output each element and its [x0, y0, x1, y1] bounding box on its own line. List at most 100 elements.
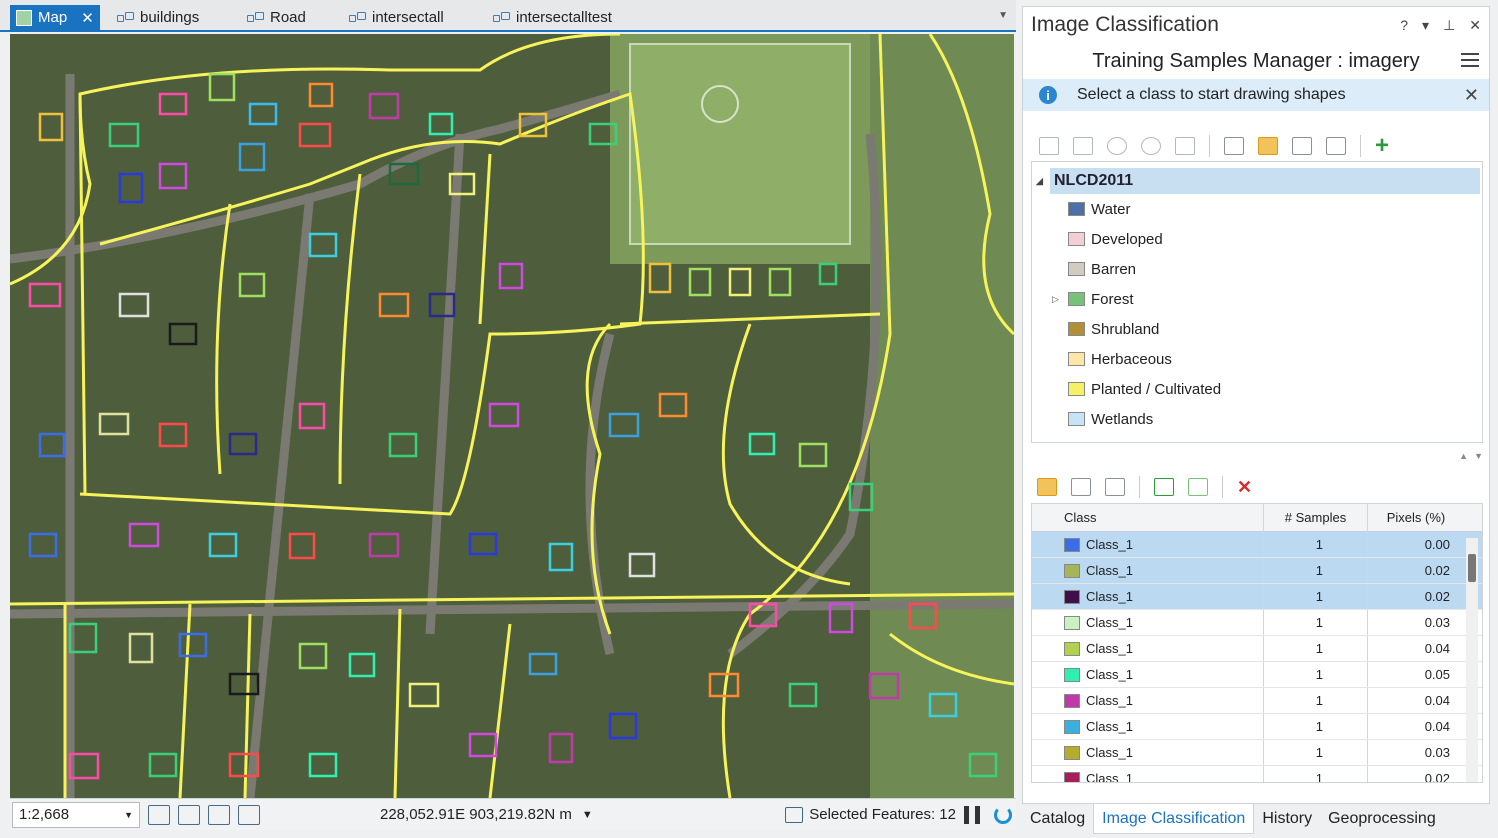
class-color-swatch[interactable] [1064, 745, 1080, 760]
map-view[interactable] [10, 34, 1014, 798]
selected-features[interactable]: Selected Features: 12 [785, 806, 956, 823]
table-row[interactable]: Class_1 1 0.04 [1032, 714, 1482, 740]
pixels-percent: 0.04 [1424, 693, 1450, 708]
freehand-tool-icon[interactable] [1141, 137, 1161, 155]
scrollbar-thumb[interactable] [1468, 554, 1476, 582]
table-row[interactable]: Class_1 1 0.02 [1032, 584, 1482, 610]
samples-count: 1 [1264, 584, 1368, 609]
coordinate-readout: 228,052.91E 903,219.82N m [380, 806, 572, 823]
table-row[interactable]: Class_1 1 0.04 [1032, 636, 1482, 662]
bottom-pane-tabs: Catalog Image Classification History Geo… [1022, 804, 1490, 834]
class-color-swatch[interactable] [1064, 537, 1080, 552]
class-item-barren[interactable]: Barren [1032, 254, 1482, 284]
split-samples-icon[interactable] [1188, 478, 1208, 496]
tab-map[interactable]: Map ✕ [10, 5, 100, 30]
new-schema-icon[interactable] [1224, 137, 1244, 155]
options-icon[interactable]: ▾ [1422, 17, 1429, 34]
samples-count: 1 [1264, 558, 1368, 583]
class-swatch [1068, 232, 1085, 246]
class-item-water[interactable]: Water [1032, 194, 1482, 224]
class-item-forest[interactable]: ▷ Forest [1032, 284, 1482, 314]
tab-road[interactable]: Road [240, 5, 312, 30]
class-item-planted-cultivated[interactable]: Planted / Cultivated [1032, 374, 1482, 404]
class-color-swatch[interactable] [1064, 693, 1080, 708]
column-header-class[interactable]: Class [1060, 504, 1264, 531]
table-row[interactable]: Class_1 1 0.04 [1032, 688, 1482, 714]
pane-splitter[interactable]: ▲ ▼ [1031, 451, 1483, 465]
delete-icon[interactable]: ✕ [1237, 477, 1252, 498]
class-color-swatch[interactable] [1064, 615, 1080, 630]
class-color-swatch[interactable] [1064, 667, 1080, 682]
table-row[interactable]: Class_1 1 0.03 [1032, 740, 1482, 766]
class-color-swatch[interactable] [1064, 771, 1080, 782]
rectangle-tool-icon[interactable] [1039, 137, 1059, 155]
class-item-developed[interactable]: Developed [1032, 224, 1482, 254]
save-icon[interactable] [1292, 137, 1312, 155]
column-header-pixels[interactable]: Pixels (%) [1368, 504, 1464, 531]
tab-geoprocessing[interactable]: Geoprocessing [1320, 804, 1444, 834]
toolbar-separator [1209, 135, 1210, 157]
info-icon: i [1039, 86, 1057, 104]
class-item-herbaceous[interactable]: Herbaceous [1032, 344, 1482, 374]
expand-icon[interactable]: ▷ [1052, 294, 1059, 305]
close-banner-icon[interactable]: ✕ [1464, 85, 1479, 106]
class-color-swatch[interactable] [1064, 563, 1080, 578]
refresh-icon[interactable] [994, 805, 1012, 824]
save-as-icon[interactable] [1326, 137, 1346, 155]
class-swatch [1068, 322, 1085, 336]
close-tab-icon[interactable]: ✕ [81, 9, 94, 27]
image-classification-pane: Image Classification ? ▾ ⊥ ✕ Training Sa… [1022, 6, 1490, 804]
snapping-icon[interactable] [178, 804, 200, 825]
close-pane-icon[interactable]: ✕ [1469, 17, 1481, 34]
tab-catalog[interactable]: Catalog [1022, 804, 1093, 834]
layer-icon [246, 11, 264, 25]
menu-icon[interactable] [1461, 53, 1479, 67]
pause-drawing-button[interactable] [964, 805, 980, 824]
tab-image-classification[interactable]: Image Classification [1093, 804, 1255, 834]
class-color-swatch[interactable] [1064, 641, 1080, 656]
pixels-percent: 0.00 [1424, 537, 1450, 552]
training-samples-table: Class # Samples Pixels (%) Class_1 1 0.00 C… [1031, 503, 1483, 783]
table-row[interactable]: Class_1 1 0.00 [1032, 532, 1482, 558]
open-folder-icon[interactable] [1258, 137, 1278, 155]
add-class-icon[interactable]: + [1375, 134, 1389, 158]
coordinate-units-dropdown-icon[interactable]: ▼ [582, 809, 593, 821]
collapse-samples-icon[interactable] [1154, 478, 1174, 496]
pin-icon[interactable]: ⊥ [1443, 17, 1455, 34]
open-folder-icon[interactable] [1037, 478, 1057, 496]
class-name: Class_1 [1086, 693, 1133, 708]
pane-header: Image Classification ? ▾ ⊥ ✕ [1023, 7, 1489, 43]
table-row[interactable]: Class_1 1 0.03 [1032, 610, 1482, 636]
up-arrow-icon[interactable]: ▲ [1459, 451, 1468, 465]
grid-icon[interactable] [208, 804, 230, 825]
table-scrollbar[interactable] [1466, 538, 1478, 782]
schema-root[interactable]: NLCD2011 [1036, 168, 1480, 194]
help-icon[interactable]: ? [1400, 17, 1408, 34]
class-item-shrubland[interactable]: Shrubland [1032, 314, 1482, 344]
navigation-icon[interactable] [148, 804, 170, 825]
table-row[interactable]: Class_1 1 0.02 [1032, 766, 1482, 782]
aerial-imagery [10, 34, 1014, 798]
map-icon [16, 9, 32, 26]
tab-intersectall[interactable]: intersectall [342, 5, 450, 30]
column-header-samples[interactable]: # Samples [1264, 504, 1368, 531]
class-color-swatch[interactable] [1064, 719, 1080, 734]
segment-select-icon[interactable] [1175, 137, 1195, 155]
table-row[interactable]: Class_1 1 0.05 [1032, 662, 1482, 688]
samples-count: 1 [1264, 610, 1368, 635]
save-icon[interactable] [1071, 478, 1091, 496]
table-row[interactable]: Class_1 1 0.02 [1032, 558, 1482, 584]
circle-tool-icon[interactable] [1107, 137, 1127, 155]
save-as-icon[interactable] [1105, 478, 1125, 496]
tab-buildings[interactable]: buildings [110, 5, 205, 30]
class-item-wetlands[interactable]: Wetlands [1032, 404, 1482, 434]
down-arrow-icon[interactable]: ▼ [1474, 451, 1483, 465]
polygon-tool-icon[interactable] [1073, 137, 1093, 155]
tab-intersectalltest[interactable]: intersectalltest [486, 5, 618, 30]
tab-list-dropdown-icon[interactable]: ▼ [998, 10, 1008, 21]
class-color-swatch[interactable] [1064, 589, 1080, 604]
tab-history[interactable]: History [1254, 804, 1320, 834]
rotate-icon[interactable] [238, 804, 260, 825]
pixels-percent: 0.03 [1424, 615, 1450, 630]
scale-selector[interactable]: 1:2,668 ▼ [12, 801, 140, 828]
